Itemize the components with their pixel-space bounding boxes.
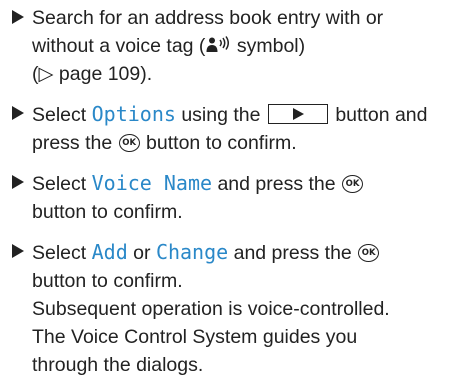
bullet-triangle-icon [12, 106, 24, 120]
step-3-text-b: and press the [212, 173, 342, 195]
ok-button-icon: OK [342, 175, 364, 193]
ok-button-icon: OK [358, 244, 380, 262]
step-select-options: Select Options using the button and pres… [12, 100, 459, 157]
step-select-add-change: Select Add or Change and press the OK bu… [12, 238, 459, 379]
step-2-text-c: button and [329, 104, 428, 126]
step-select-voice-name: Select Voice Name and press the OK butto… [12, 169, 459, 226]
step-4-line-1: Select Add or Change and press the OK [32, 238, 459, 267]
step-2-text-e: button to confirm. [140, 132, 297, 154]
ok-label: OK [345, 179, 360, 189]
step-2-line-1: Select Options using the button and [32, 100, 459, 129]
step-search-entry: Search for an address book entry with or… [12, 4, 459, 88]
step-1-line-1: Search for an address book entry with or [32, 7, 384, 29]
bullet-triangle-icon [12, 175, 24, 189]
voice-name-keyword: Voice Name [91, 171, 213, 195]
bullet-triangle-icon [12, 244, 24, 258]
step-2-text-b: using the [175, 104, 266, 126]
right-button-icon [267, 104, 328, 124]
step-4-line-2: button to confirm. [32, 270, 183, 292]
step-2-text-d: press the [32, 132, 118, 154]
step-4-note-line-3: through the dialogs. [32, 354, 204, 376]
step-4-note-line-2: The Voice Control System guides you [32, 326, 358, 348]
ok-label: OK [122, 138, 137, 148]
step-4-text-c: and press the [228, 242, 358, 264]
voice-tag-icon [206, 36, 230, 52]
step-4-note-line-1: Subsequent operation is voice-controlled… [32, 298, 390, 320]
change-keyword: Change [155, 240, 229, 264]
step-3-text-a: Select [32, 173, 92, 195]
step-1-line-2: without a voice tag ( symbol) [32, 32, 459, 60]
options-keyword: Options [91, 102, 176, 126]
ok-label: OK [361, 248, 376, 258]
step-4-text-b: or [127, 242, 156, 264]
add-keyword: Add [91, 240, 128, 264]
step-2-text-a: Select [32, 104, 92, 126]
step-3-line-1: Select Voice Name and press the OK [32, 169, 459, 198]
ok-button-icon: OK [118, 134, 140, 152]
step-1-text-a: without a voice tag ( [32, 35, 206, 57]
bullet-triangle-icon [12, 10, 24, 24]
step-1-text-b: symbol) [231, 35, 306, 57]
instruction-page: Search for an address book entry with or… [0, 0, 467, 379]
step-2-line-2: press the OK button to confirm. [32, 129, 459, 157]
page-reference: (▷ page 109). [32, 63, 153, 85]
step-4-text-a: Select [32, 242, 92, 264]
step-3-line-2: button to confirm. [32, 201, 183, 223]
